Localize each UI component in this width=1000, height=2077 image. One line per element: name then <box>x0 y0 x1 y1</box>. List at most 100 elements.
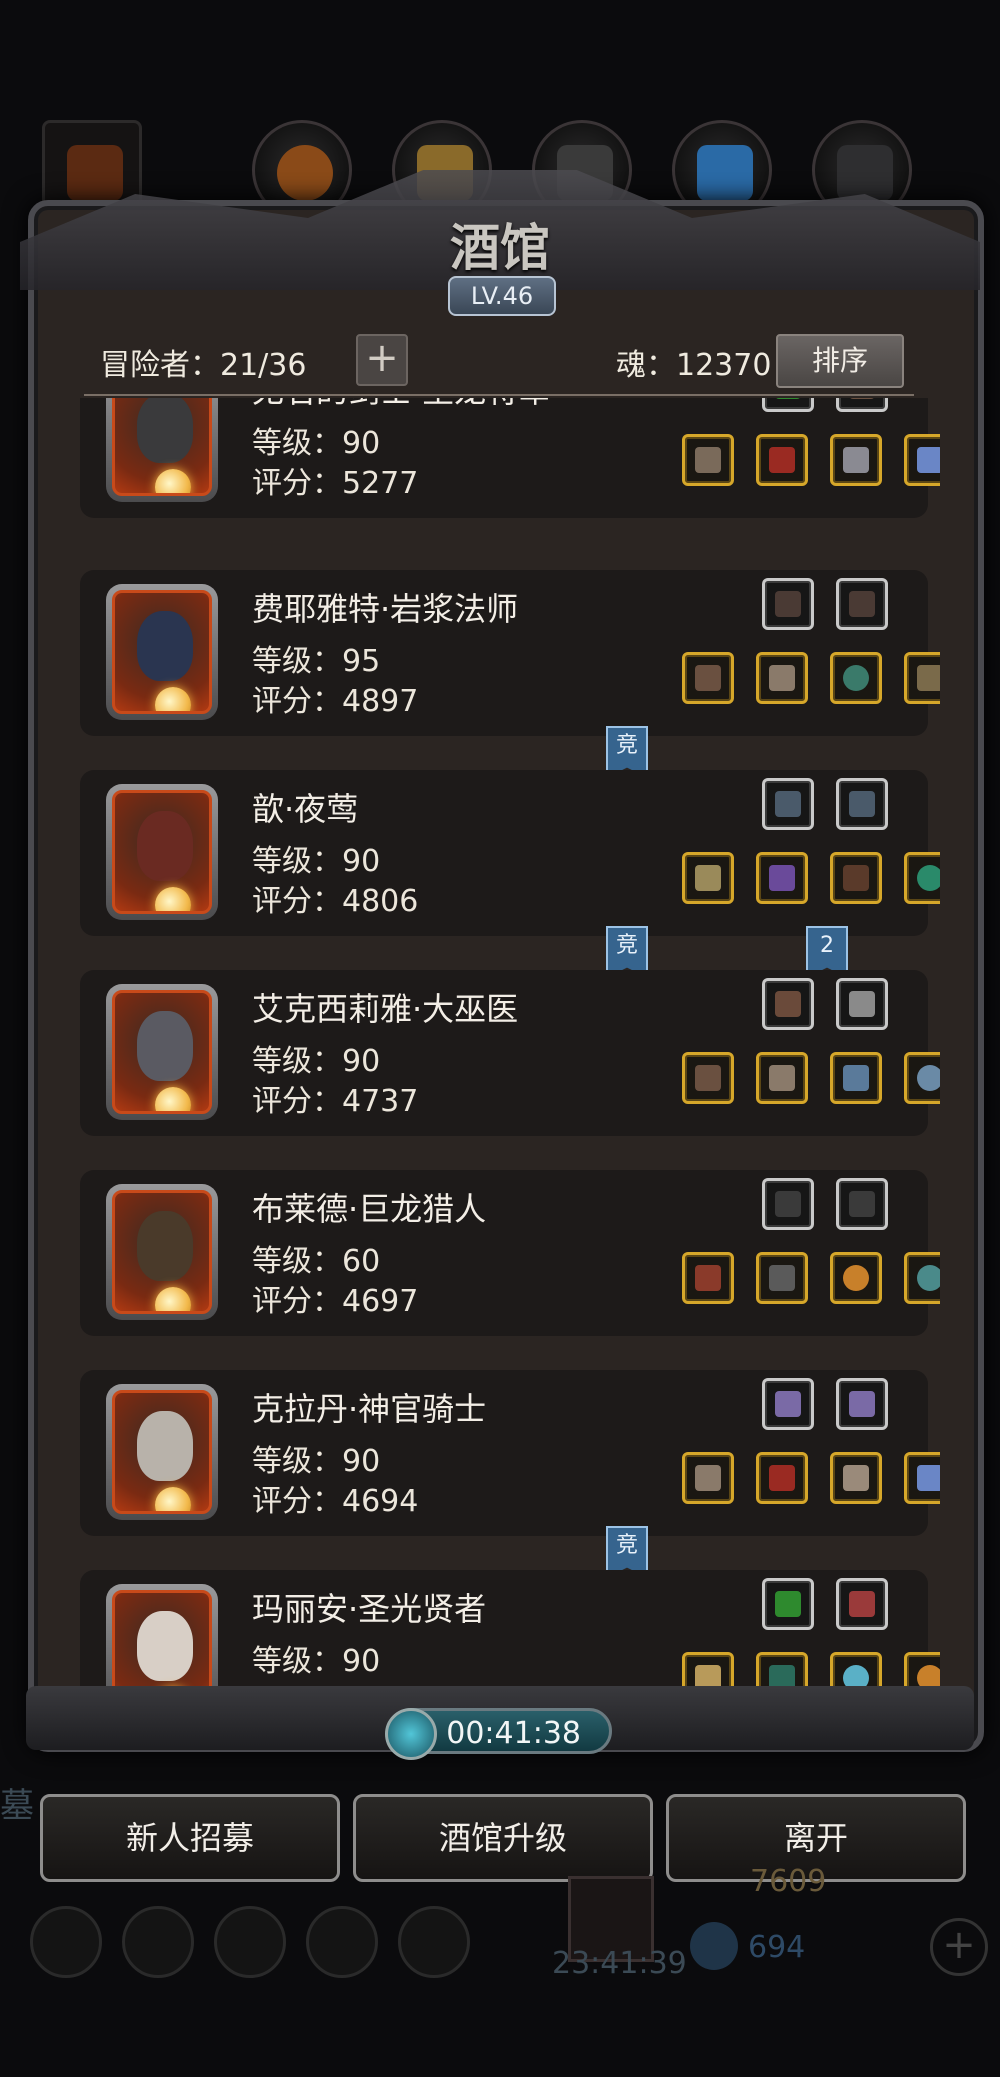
hero-card[interactable]: 无名的剑士·圣龙将军 等级：90 评分：5277 <box>80 398 940 518</box>
accessory-slot[interactable] <box>904 434 940 486</box>
add-slot-button[interactable]: + <box>356 334 408 386</box>
gem-icon <box>690 1922 738 1970</box>
hero-portrait <box>106 398 218 502</box>
trinket-slot[interactable] <box>762 778 814 830</box>
hero-portrait <box>106 1184 218 1320</box>
hero-score: 评分：4897 <box>252 684 419 719</box>
hero-name: 布莱德·巨龙猎人 <box>252 1190 487 1228</box>
moon-icon <box>155 469 191 493</box>
recruit-button[interactable]: 新人招募 <box>40 1794 340 1882</box>
hero-portrait <box>106 584 218 720</box>
hero-portrait <box>106 784 218 920</box>
trinket-slot[interactable] <box>762 1578 814 1630</box>
armor-slot[interactable] <box>756 1052 808 1104</box>
hero-level: 等级：60 <box>252 1244 381 1279</box>
hero-list[interactable]: 无名的剑士·圣龙将军 等级：90 评分：5277 费耶雅特·岩浆法师 等级：95… <box>60 398 940 1690</box>
badge-icon <box>122 1906 194 1978</box>
refresh-timer: 00:41:38 <box>385 1708 612 1760</box>
page-title: 酒馆 <box>450 218 550 277</box>
mail-icon <box>306 1906 378 1978</box>
hero-card[interactable]: 艾克西莉雅·大巫医 等级：90 评分：4737 <box>80 970 940 1136</box>
guild-icon <box>214 1906 286 1978</box>
clock-icon <box>385 1708 437 1760</box>
hero-portrait <box>106 984 218 1120</box>
sort-button[interactable]: 排序 <box>776 334 904 388</box>
hero-portrait <box>106 1384 218 1520</box>
trinket-slot[interactable] <box>762 1378 814 1430</box>
weapon-slot[interactable] <box>682 434 734 486</box>
trinket-slot[interactable] <box>836 398 888 412</box>
trinket-slot[interactable] <box>762 1178 814 1230</box>
hero-level: 等级：90 <box>252 1044 381 1079</box>
background-label: 墓 <box>0 1786 34 1826</box>
moon-icon <box>155 887 191 911</box>
hero-card[interactable]: 歆·夜莺 等级：90 评分：4806 <box>80 770 940 936</box>
hero-card[interactable]: 费耶雅特·岩浆法师 等级：95 评分：4897 <box>80 570 940 736</box>
soul-count: 魂：12370 <box>616 348 772 383</box>
tavern-upgrade-button[interactable]: 酒馆升级 <box>353 1794 653 1882</box>
hero-level: 等级：90 <box>252 1444 381 1479</box>
weapon-slot[interactable] <box>682 652 734 704</box>
helmet-slot[interactable] <box>756 434 808 486</box>
ring-slot[interactable] <box>904 1252 940 1304</box>
gauntlet-slot[interactable] <box>830 434 882 486</box>
trinket-slot[interactable] <box>762 398 814 412</box>
armor-slot[interactable] <box>756 852 808 904</box>
hero-portrait <box>106 1584 218 1690</box>
hero-name: 歆·夜莺 <box>252 790 359 828</box>
hero-score: 评分：4806 <box>252 884 419 919</box>
armor-slot[interactable] <box>756 652 808 704</box>
trinket-slot[interactable] <box>836 778 888 830</box>
hero-level: 等级：90 <box>252 844 381 879</box>
helmet-slot[interactable] <box>756 1452 808 1504</box>
helmet-slot[interactable] <box>756 1252 808 1304</box>
timer-text: 00:41:38 <box>446 1716 581 1751</box>
gold-amount: 7609 <box>750 1864 827 1899</box>
weapon-slot[interactable] <box>682 1652 734 1690</box>
weapon-slot[interactable] <box>682 1052 734 1104</box>
armor-slot[interactable] <box>756 1652 808 1690</box>
hero-card[interactable]: 玛丽安·圣光贤者 等级：90 <box>80 1570 940 1690</box>
moon-icon <box>155 687 191 711</box>
hero-name: 克拉丹·神官骑士 <box>252 1390 487 1428</box>
trinket-slot[interactable] <box>762 978 814 1030</box>
moon-icon <box>155 1287 191 1311</box>
hero-level: 等级：95 <box>252 644 381 679</box>
handshake-icon <box>398 1906 470 1978</box>
settings-icon <box>30 1906 102 1978</box>
ring-slot[interactable] <box>830 652 882 704</box>
background-clock: 23:41:39 <box>552 1946 687 1981</box>
hero-name: 艾克西莉雅·大巫医 <box>252 990 519 1028</box>
hero-name: 玛丽安·圣光贤者 <box>252 1590 487 1628</box>
trinket-slot[interactable] <box>836 1578 888 1630</box>
hero-score: 评分：4737 <box>252 1084 419 1119</box>
hero-card[interactable]: 克拉丹·神官骑士 等级：90 评分：4694 <box>80 1370 940 1536</box>
hero-card[interactable]: 布莱德·巨龙猎人 等级：60 评分：4697 <box>80 1170 940 1336</box>
accessory-slot[interactable] <box>904 1452 940 1504</box>
ring-slot[interactable] <box>904 852 940 904</box>
weapon-slot[interactable] <box>682 1252 734 1304</box>
adventurer-count: 冒险者：21/36 <box>100 348 307 383</box>
weapon-slot[interactable] <box>682 1452 734 1504</box>
necklace-slot[interactable] <box>904 652 940 704</box>
header-divider <box>84 394 914 396</box>
ring-slot[interactable] <box>830 1252 882 1304</box>
weapon-slot[interactable] <box>682 852 734 904</box>
moon-icon <box>155 1487 191 1511</box>
trinket-slot[interactable] <box>836 1178 888 1230</box>
gem-amount: 694 <box>748 1930 806 1965</box>
add-icon: + <box>930 1918 988 1976</box>
gauntlet-slot[interactable] <box>830 1052 882 1104</box>
hero-level: 等级：90 <box>252 1644 381 1679</box>
ring-slot[interactable] <box>904 1652 940 1690</box>
trinket-slot[interactable] <box>836 578 888 630</box>
moon-icon <box>155 1087 191 1111</box>
trinket-slot[interactable] <box>836 978 888 1030</box>
cloak-slot[interactable] <box>830 852 882 904</box>
ring-slot[interactable] <box>830 1652 882 1690</box>
armor-slot[interactable] <box>830 1452 882 1504</box>
ring-slot[interactable] <box>904 1052 940 1104</box>
trinket-slot[interactable] <box>836 1378 888 1430</box>
tavern-level-badge: LV.46 <box>448 276 556 316</box>
trinket-slot[interactable] <box>762 578 814 630</box>
